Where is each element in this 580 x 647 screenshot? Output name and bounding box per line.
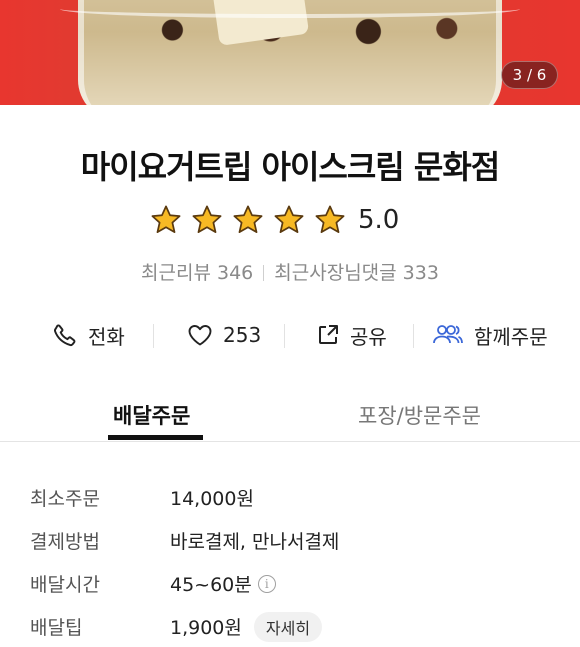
phone-icon [53, 324, 76, 347]
star-icon [192, 205, 222, 233]
group-people-icon [433, 325, 463, 344]
delivery-time-value: 45~60분 [170, 574, 252, 596]
star-icon [151, 205, 181, 233]
delivery-tip-value: 1,900원 [170, 617, 242, 639]
like-button[interactable]: 253 [187, 312, 261, 358]
order-type-tabs: 배달주문 포장/방문주문 [0, 390, 580, 442]
share-label: 공유 [350, 324, 387, 349]
rating-value: 5.0 [358, 205, 400, 235]
delivery-info: 최소주문 14,000원 결제방법 바로결제, 만나서결제 배달시간 45~60… [30, 476, 550, 647]
tip-detail-button[interactable]: 자세히 [253, 611, 323, 642]
share-button[interactable]: 공유 [316, 312, 387, 358]
payment-label: 결제방법 [30, 531, 100, 553]
review-summary: 최근리뷰 346 최근사장님댓글 333 [0, 258, 580, 285]
star-icon [233, 205, 263, 233]
group-order-button[interactable]: 함께주문 [432, 312, 548, 358]
photo-page-counter: 3 / 6 [501, 61, 558, 89]
min-order-label: 최소주문 [30, 488, 100, 510]
delivery-time-label: 배달시간 [30, 574, 100, 596]
star-icon [274, 205, 304, 233]
recent-owner-replies-link[interactable]: 최근사장님댓글 333 [274, 262, 439, 284]
share-icon [319, 325, 338, 344]
info-row-delivery-tip: 배달팁 1,900원 자세히 [30, 605, 550, 647]
star-icon [315, 205, 345, 233]
info-row-payment: 결제방법 바로결제, 만나서결제 [30, 519, 550, 562]
info-row-min-order: 최소주문 14,000원 [30, 476, 550, 519]
store-photo-carousel[interactable]: 3 / 6 [0, 0, 580, 105]
like-count: 253 [223, 323, 262, 347]
call-button[interactable]: 전화 [52, 312, 125, 358]
heart-icon [188, 325, 212, 346]
info-row-delivery-time: 배달시간 45~60분 i [30, 562, 550, 605]
action-bar: 전화 253 공유 함께주문 [0, 312, 580, 358]
rating-row: 5.0 [150, 200, 399, 240]
min-order-value: 14,000원 [170, 488, 254, 510]
payment-value: 바로결제, 만나서결제 [170, 531, 340, 553]
store-name: 마이요거트립 아이스크림 문화점 [80, 148, 500, 186]
info-icon[interactable]: i [257, 574, 276, 593]
delivery-tip-label: 배달팁 [30, 617, 83, 639]
recent-reviews-link[interactable]: 최근리뷰 346 [141, 262, 253, 284]
group-order-label: 함께주문 [474, 324, 548, 349]
divider [263, 265, 265, 281]
tab-pickup-order[interactable]: 포장/방문주문 [358, 390, 481, 442]
active-tab-indicator [108, 435, 203, 440]
call-label: 전화 [88, 324, 125, 349]
